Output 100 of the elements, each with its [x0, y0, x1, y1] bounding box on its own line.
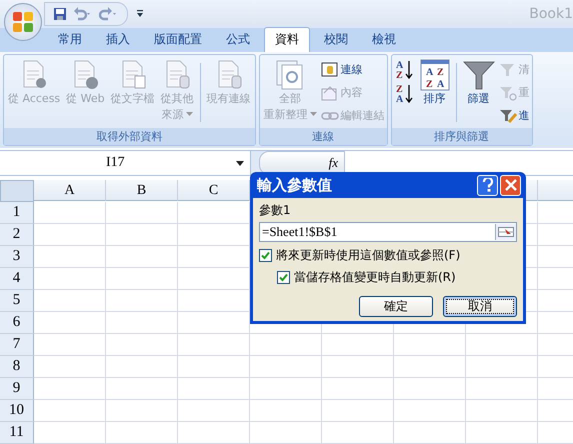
row-header[interactable]: 2: [0, 224, 34, 246]
save-icon[interactable]: [53, 7, 67, 21]
group-label: 排序與篩選: [392, 128, 532, 145]
grid-cell[interactable]: [34, 378, 106, 400]
row-header[interactable]: 1: [0, 202, 34, 224]
grid-cell[interactable]: [106, 356, 178, 378]
close-button[interactable]: [500, 174, 521, 196]
connection-icon: [320, 62, 339, 78]
sort-descending-button[interactable]: Z A: [394, 83, 416, 105]
grid-cell[interactable]: [34, 290, 106, 312]
grid-cell[interactable]: [34, 224, 106, 246]
grid-cell[interactable]: [322, 356, 394, 378]
ribbon-tab[interactable]: 常用: [48, 28, 92, 52]
grid-cell[interactable]: [178, 422, 250, 444]
row-header[interactable]: 5: [0, 290, 34, 312]
sort-ascending-button[interactable]: A Z: [394, 59, 416, 81]
row-header[interactable]: 9: [0, 378, 34, 400]
redo-icon[interactable]: [99, 7, 119, 21]
row-header[interactable]: 10: [0, 400, 34, 422]
grid-cell[interactable]: [394, 356, 466, 378]
grid-cell[interactable]: [34, 312, 106, 334]
ribbon-button[interactable]: 篩選: [460, 59, 497, 107]
ribbon-tab[interactable]: 公式: [216, 28, 260, 52]
grid-cell[interactable]: [394, 378, 466, 400]
grid-cell[interactable]: [106, 268, 178, 290]
grid-cell[interactable]: [106, 422, 178, 444]
column-header[interactable]: B: [106, 180, 178, 201]
check-icon: [261, 251, 270, 260]
collapse-dialog-button[interactable]: [495, 224, 516, 240]
grid-cell[interactable]: [34, 400, 106, 422]
close-icon: [504, 179, 516, 191]
ribbon-tab[interactable]: 檢視: [362, 28, 406, 52]
grid-cell[interactable]: [466, 356, 538, 378]
ribbon-small-button[interactable]: 進: [498, 105, 530, 126]
grid-cell[interactable]: [466, 334, 538, 356]
grid-cell[interactable]: [106, 378, 178, 400]
grid-cell[interactable]: [106, 400, 178, 422]
grid-cell[interactable]: [322, 334, 394, 356]
filter-pencil-icon: [498, 108, 517, 124]
grid-cell[interactable]: [250, 400, 322, 422]
ribbon-small-button[interactable]: 連線: [320, 59, 385, 80]
group-label: 取得外部資料: [4, 128, 255, 145]
dialog-button[interactable]: 確定: [359, 296, 433, 317]
row-header[interactable]: 6: [0, 312, 34, 334]
grid-cell[interactable]: [394, 334, 466, 356]
grid-cell[interactable]: [394, 422, 466, 444]
grid-cell[interactable]: [106, 334, 178, 356]
row-header[interactable]: 3: [0, 246, 34, 268]
grid-cell[interactable]: [178, 400, 250, 422]
check-icon: [279, 273, 288, 282]
name-box[interactable]: I17: [0, 151, 251, 175]
grid-cell[interactable]: [34, 268, 106, 290]
grid-cell[interactable]: [178, 334, 250, 356]
checkbox[interactable]: [277, 271, 290, 284]
row-header[interactable]: 4: [0, 268, 34, 290]
office-button[interactable]: [4, 3, 42, 41]
grid-cell[interactable]: [250, 422, 322, 444]
grid-cell[interactable]: [34, 246, 106, 268]
grid-cell[interactable]: [322, 400, 394, 422]
grid-cell[interactable]: [250, 378, 322, 400]
select-all-corner[interactable]: [0, 180, 34, 202]
grid-cell[interactable]: [466, 422, 538, 444]
grid-cell[interactable]: [106, 246, 178, 268]
column-header[interactable]: A: [34, 180, 106, 201]
grid-cell[interactable]: [322, 422, 394, 444]
grid-cell[interactable]: [34, 334, 106, 356]
grid-cell[interactable]: [322, 378, 394, 400]
customize-caret-icon[interactable]: [136, 10, 144, 18]
parameter-input[interactable]: =Sheet1!$B$1: [259, 222, 517, 242]
grid-cell[interactable]: [178, 378, 250, 400]
grid-cell[interactable]: [34, 356, 106, 378]
grid-cell[interactable]: [394, 400, 466, 422]
undo-icon[interactable]: [73, 7, 93, 21]
row-header[interactable]: 8: [0, 356, 34, 378]
ribbon-button[interactable]: A Z Z A 排序: [418, 59, 452, 107]
row-header[interactable]: 11: [0, 422, 34, 444]
ribbon-tab[interactable]: 版面配置: [144, 28, 212, 52]
formula-input[interactable]: [345, 151, 573, 175]
grid-cell[interactable]: [106, 202, 178, 224]
grid-cell[interactable]: [106, 290, 178, 312]
grid-cell[interactable]: [34, 202, 106, 224]
dialog-button[interactable]: 取消: [443, 296, 517, 317]
checkbox[interactable]: [259, 249, 272, 262]
grid-cell[interactable]: [466, 400, 538, 422]
ribbon-tab[interactable]: 校閱: [314, 28, 358, 52]
help-button[interactable]: [477, 174, 498, 196]
column-header[interactable]: C: [178, 180, 250, 201]
grid-cell[interactable]: [250, 334, 322, 356]
checkbox-label: 將來更新時使用這個數值或參照(F): [276, 247, 460, 264]
grid-cell[interactable]: [250, 356, 322, 378]
funnel-icon: [462, 59, 495, 91]
ribbon-tab[interactable]: 資料: [264, 27, 310, 52]
grid-cell[interactable]: [466, 378, 538, 400]
grid-cell[interactable]: [178, 356, 250, 378]
row-header[interactable]: 7: [0, 334, 34, 356]
ribbon-tab[interactable]: 插入: [96, 28, 140, 52]
grid-cell[interactable]: [34, 422, 106, 444]
grid-cell[interactable]: [106, 224, 178, 246]
dialog-title: 輸入參數值: [257, 176, 333, 194]
grid-cell[interactable]: [106, 312, 178, 334]
